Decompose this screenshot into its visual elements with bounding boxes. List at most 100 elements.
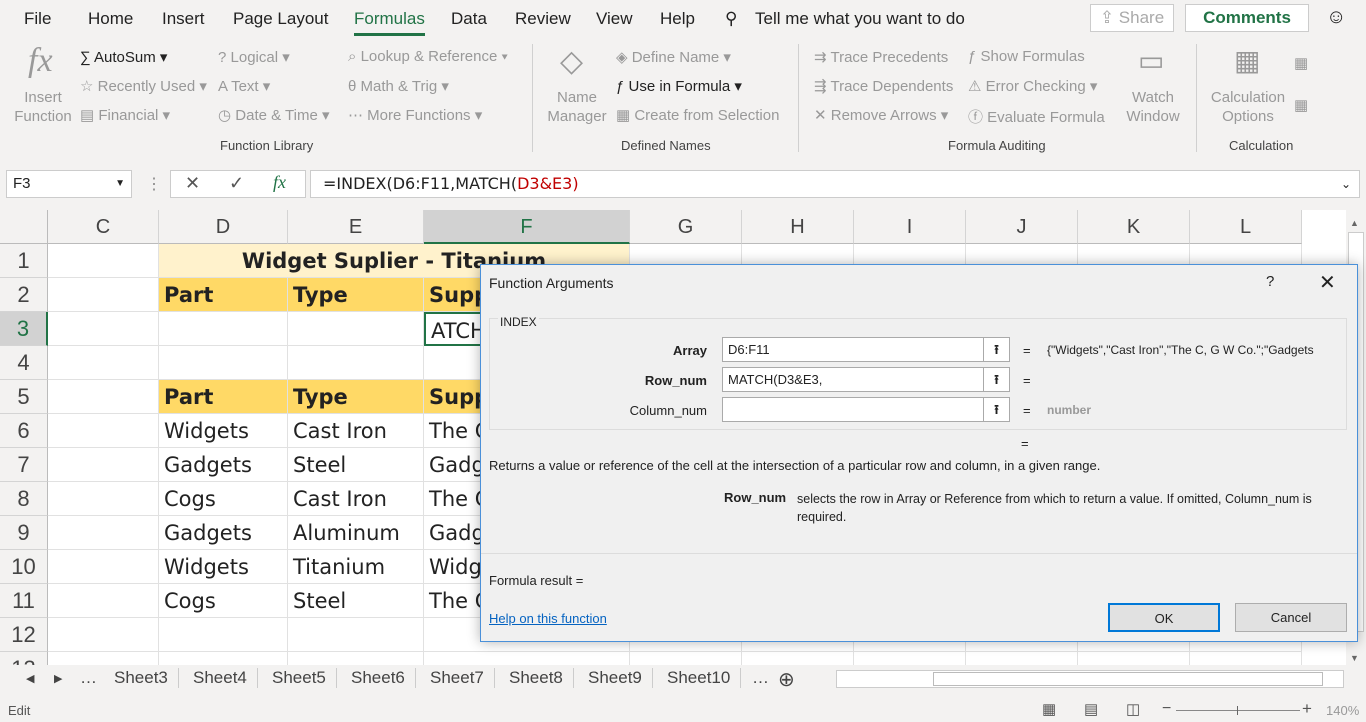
cell[interactable] bbox=[630, 652, 742, 665]
tab-formulas[interactable]: Formulas bbox=[354, 9, 425, 36]
data-cell[interactable]: Steel bbox=[288, 584, 424, 618]
zoom-out-icon[interactable]: − bbox=[1162, 700, 1171, 718]
trace-precedents-button[interactable]: ⇉ Trace Precedents bbox=[814, 48, 948, 66]
row-header[interactable]: 13 bbox=[0, 652, 48, 665]
collapse-dialog-icon[interactable]: ⭱ bbox=[983, 368, 1009, 391]
cell[interactable] bbox=[48, 380, 159, 414]
page-break-view-icon[interactable]: ◫ bbox=[1126, 700, 1140, 718]
row-header[interactable]: 12 bbox=[0, 618, 48, 652]
tab-file[interactable]: File bbox=[24, 9, 51, 29]
cell[interactable] bbox=[48, 482, 159, 516]
sheet-tab[interactable]: Sheet10 bbox=[657, 668, 742, 688]
cell[interactable] bbox=[742, 652, 854, 665]
tab-page-layout[interactable]: Page Layout bbox=[233, 9, 328, 29]
collapse-dialog-icon[interactable]: ⭱ bbox=[983, 398, 1009, 421]
sheet-tab[interactable]: Sheet9 bbox=[578, 668, 653, 688]
column-header[interactable]: G bbox=[630, 210, 742, 244]
cell[interactable] bbox=[966, 652, 1078, 665]
smiley-feedback-icon[interactable]: ☺ bbox=[1326, 6, 1346, 29]
data-cell[interactable]: Gadgets bbox=[159, 516, 288, 550]
cancel-button[interactable]: Cancel bbox=[1235, 603, 1347, 632]
row-header[interactable]: 1 bbox=[0, 244, 48, 278]
define-name-button[interactable]: ◈ Define Name ▾ bbox=[616, 48, 731, 66]
enter-check-icon[interactable]: ✓ bbox=[229, 173, 244, 194]
cell[interactable] bbox=[159, 618, 288, 652]
row-header[interactable]: 3 bbox=[0, 312, 48, 346]
header-cell[interactable]: Type bbox=[288, 278, 424, 312]
cell[interactable] bbox=[48, 448, 159, 482]
drag-handle-icon[interactable]: ⋮ bbox=[146, 174, 162, 194]
zoom-slider[interactable] bbox=[1176, 706, 1300, 715]
tell-me-input[interactable]: Tell me what you want to do bbox=[755, 9, 965, 29]
sheet-tab[interactable]: Sheet8 bbox=[499, 668, 574, 688]
arg-input[interactable]: D6:F11 ⭱ bbox=[722, 337, 1010, 362]
new-sheet-icon[interactable]: ⊕ bbox=[778, 667, 795, 692]
sheet-tab[interactable]: Sheet7 bbox=[420, 668, 495, 688]
lookup-reference-button[interactable]: ⌕ Lookup & Reference ▾ bbox=[348, 48, 508, 65]
cell[interactable] bbox=[159, 652, 288, 665]
header-cell[interactable]: Part bbox=[159, 278, 288, 312]
cell[interactable] bbox=[288, 618, 424, 652]
close-icon[interactable]: ✕ bbox=[1319, 270, 1336, 295]
insert-function-fx-icon[interactable]: fx bbox=[273, 172, 286, 193]
calculate-sheet-icon[interactable]: ▦ bbox=[1294, 96, 1308, 114]
data-cell[interactable]: Aluminum bbox=[288, 516, 424, 550]
row-header[interactable]: 2 bbox=[0, 278, 48, 312]
financial-button[interactable]: ▤ Financial ▾ bbox=[80, 106, 170, 124]
column-header[interactable]: I bbox=[854, 210, 966, 244]
help-button[interactable]: ? bbox=[1266, 273, 1274, 290]
use-in-formula-button[interactable]: ƒ Use in Formula ▾ bbox=[616, 77, 742, 95]
row-header[interactable]: 8 bbox=[0, 482, 48, 516]
autosum-button[interactable]: ∑ AutoSum ▾ bbox=[80, 48, 167, 66]
column-header[interactable]: K bbox=[1078, 210, 1190, 244]
cell[interactable] bbox=[48, 278, 159, 312]
row-header[interactable]: 6 bbox=[0, 414, 48, 448]
column-header[interactable]: D bbox=[159, 210, 288, 244]
name-box[interactable]: F3 ▼ bbox=[6, 170, 132, 198]
tab-home[interactable]: Home bbox=[88, 9, 133, 29]
row-header[interactable]: 4 bbox=[0, 346, 48, 380]
cell[interactable] bbox=[159, 346, 288, 380]
row-header[interactable]: 10 bbox=[0, 550, 48, 584]
column-header[interactable]: L bbox=[1190, 210, 1302, 244]
cell[interactable] bbox=[48, 550, 159, 584]
tab-view[interactable]: View bbox=[596, 9, 633, 29]
more-functions-button[interactable]: ⋯ More Functions ▾ bbox=[348, 106, 482, 124]
cell[interactable] bbox=[288, 346, 424, 380]
watch-window-button[interactable]: Watch Window bbox=[1122, 88, 1184, 126]
share-button[interactable]: ⇪ Share bbox=[1090, 4, 1174, 32]
cell[interactable] bbox=[48, 244, 159, 278]
page-layout-view-icon[interactable]: ▤ bbox=[1084, 700, 1098, 718]
cell[interactable] bbox=[288, 652, 424, 665]
show-formulas-button[interactable]: ƒ Show Formulas bbox=[968, 48, 1085, 65]
cell[interactable] bbox=[288, 312, 424, 346]
insert-function-button[interactable]: Insert Function bbox=[14, 88, 72, 126]
cell[interactable] bbox=[48, 618, 159, 652]
more-sheets-left[interactable]: … bbox=[80, 668, 97, 688]
evaluate-formula-button[interactable]: ⓕ Evaluate Formula bbox=[968, 106, 1105, 127]
column-header[interactable]: H bbox=[742, 210, 854, 244]
data-cell[interactable]: Widgets bbox=[159, 414, 288, 448]
recently-used-button[interactable]: ☆ Recently Used ▾ bbox=[80, 77, 207, 95]
sheet-tab[interactable]: Sheet3 bbox=[104, 668, 179, 688]
cell[interactable] bbox=[1078, 652, 1190, 665]
data-cell[interactable]: Widgets bbox=[159, 550, 288, 584]
create-from-selection-button[interactable]: ▦ Create from Selection bbox=[616, 106, 779, 124]
column-header[interactable]: C bbox=[48, 210, 159, 244]
collapse-dialog-icon[interactable]: ⭱ bbox=[983, 338, 1009, 361]
text-button[interactable]: A Text ▾ bbox=[218, 77, 270, 95]
remove-arrows-button[interactable]: ✕ Remove Arrows ▾ bbox=[814, 106, 948, 124]
help-link[interactable]: Help on this function bbox=[489, 611, 607, 626]
cell[interactable] bbox=[48, 312, 159, 346]
sheet-tab[interactable]: Sheet4 bbox=[183, 668, 258, 688]
row-header[interactable]: 7 bbox=[0, 448, 48, 482]
row-header[interactable]: 11 bbox=[0, 584, 48, 618]
cell[interactable] bbox=[48, 516, 159, 550]
data-cell[interactable]: Cast Iron bbox=[288, 482, 424, 516]
row-header[interactable]: 5 bbox=[0, 380, 48, 414]
zoom-in-icon[interactable]: + bbox=[1302, 699, 1312, 719]
data-cell[interactable]: Titanium bbox=[288, 550, 424, 584]
tab-help[interactable]: Help bbox=[660, 9, 695, 29]
name-manager-button[interactable]: Name Manager bbox=[545, 88, 609, 126]
error-checking-button[interactable]: ⚠ Error Checking ▾ bbox=[968, 77, 1097, 95]
